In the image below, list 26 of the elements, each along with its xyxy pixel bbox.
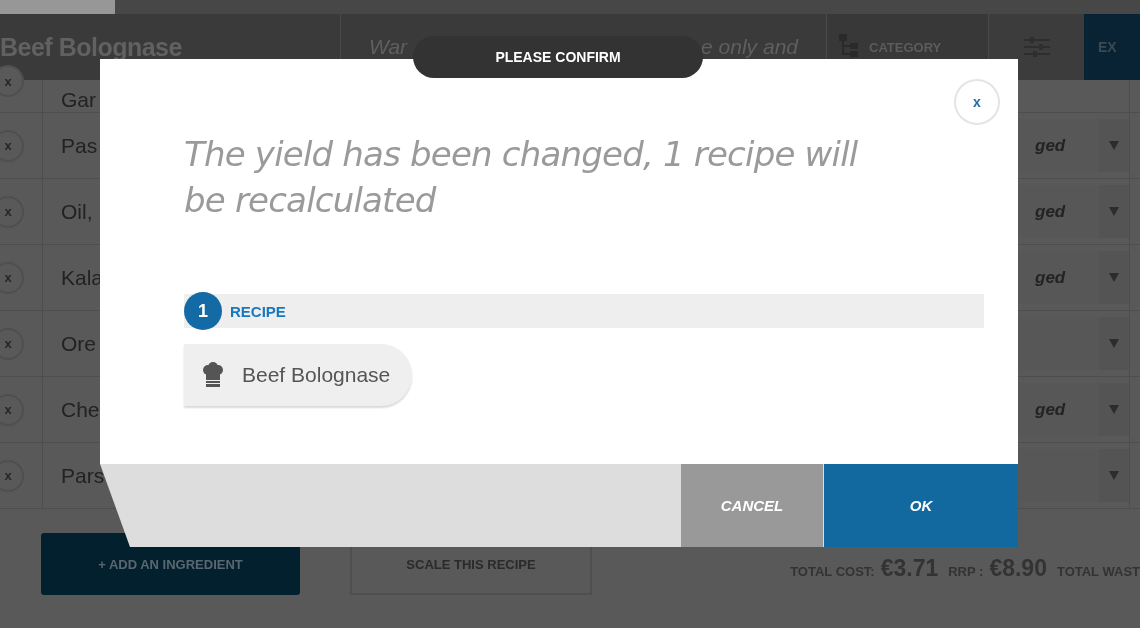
caret-icon [1109, 405, 1119, 414]
chef-hat-icon [202, 362, 224, 388]
ingredient-name: Che [61, 397, 100, 422]
dropdown-toggle[interactable] [1099, 449, 1129, 502]
dropdown-toggle[interactable] [1099, 383, 1129, 436]
hierarchy-icon [839, 34, 859, 60]
dropdown-toggle[interactable] [1099, 119, 1129, 172]
ok-button[interactable]: OK [824, 464, 1018, 547]
cancel-button[interactable]: CANCEL [681, 464, 823, 547]
caret-icon [1109, 273, 1119, 282]
section-label: RECIPE [230, 302, 286, 320]
dropdown-toggle[interactable] [1099, 185, 1129, 238]
ingredient-name: Gar [61, 88, 96, 112]
recipe-name: Beef Bolognase [242, 363, 391, 387]
count-badge: 1 [184, 292, 222, 330]
caret-icon [1109, 141, 1119, 150]
ingredient-name: Ore [61, 331, 96, 356]
dialog-message: The yield has been changed, 1 recipe will be recalculated [184, 133, 859, 222]
dialog-title: PLEASE CONFIRM [413, 36, 703, 78]
close-button[interactable]: x [954, 79, 1000, 125]
caret-icon [1109, 471, 1119, 480]
caret-icon [1109, 207, 1119, 216]
dropdown-toggle[interactable] [1099, 317, 1129, 370]
caret-icon [1109, 339, 1119, 348]
recipe-chip[interactable]: Beef Bolognase [184, 344, 412, 406]
dropdown-toggle[interactable] [1099, 251, 1129, 304]
